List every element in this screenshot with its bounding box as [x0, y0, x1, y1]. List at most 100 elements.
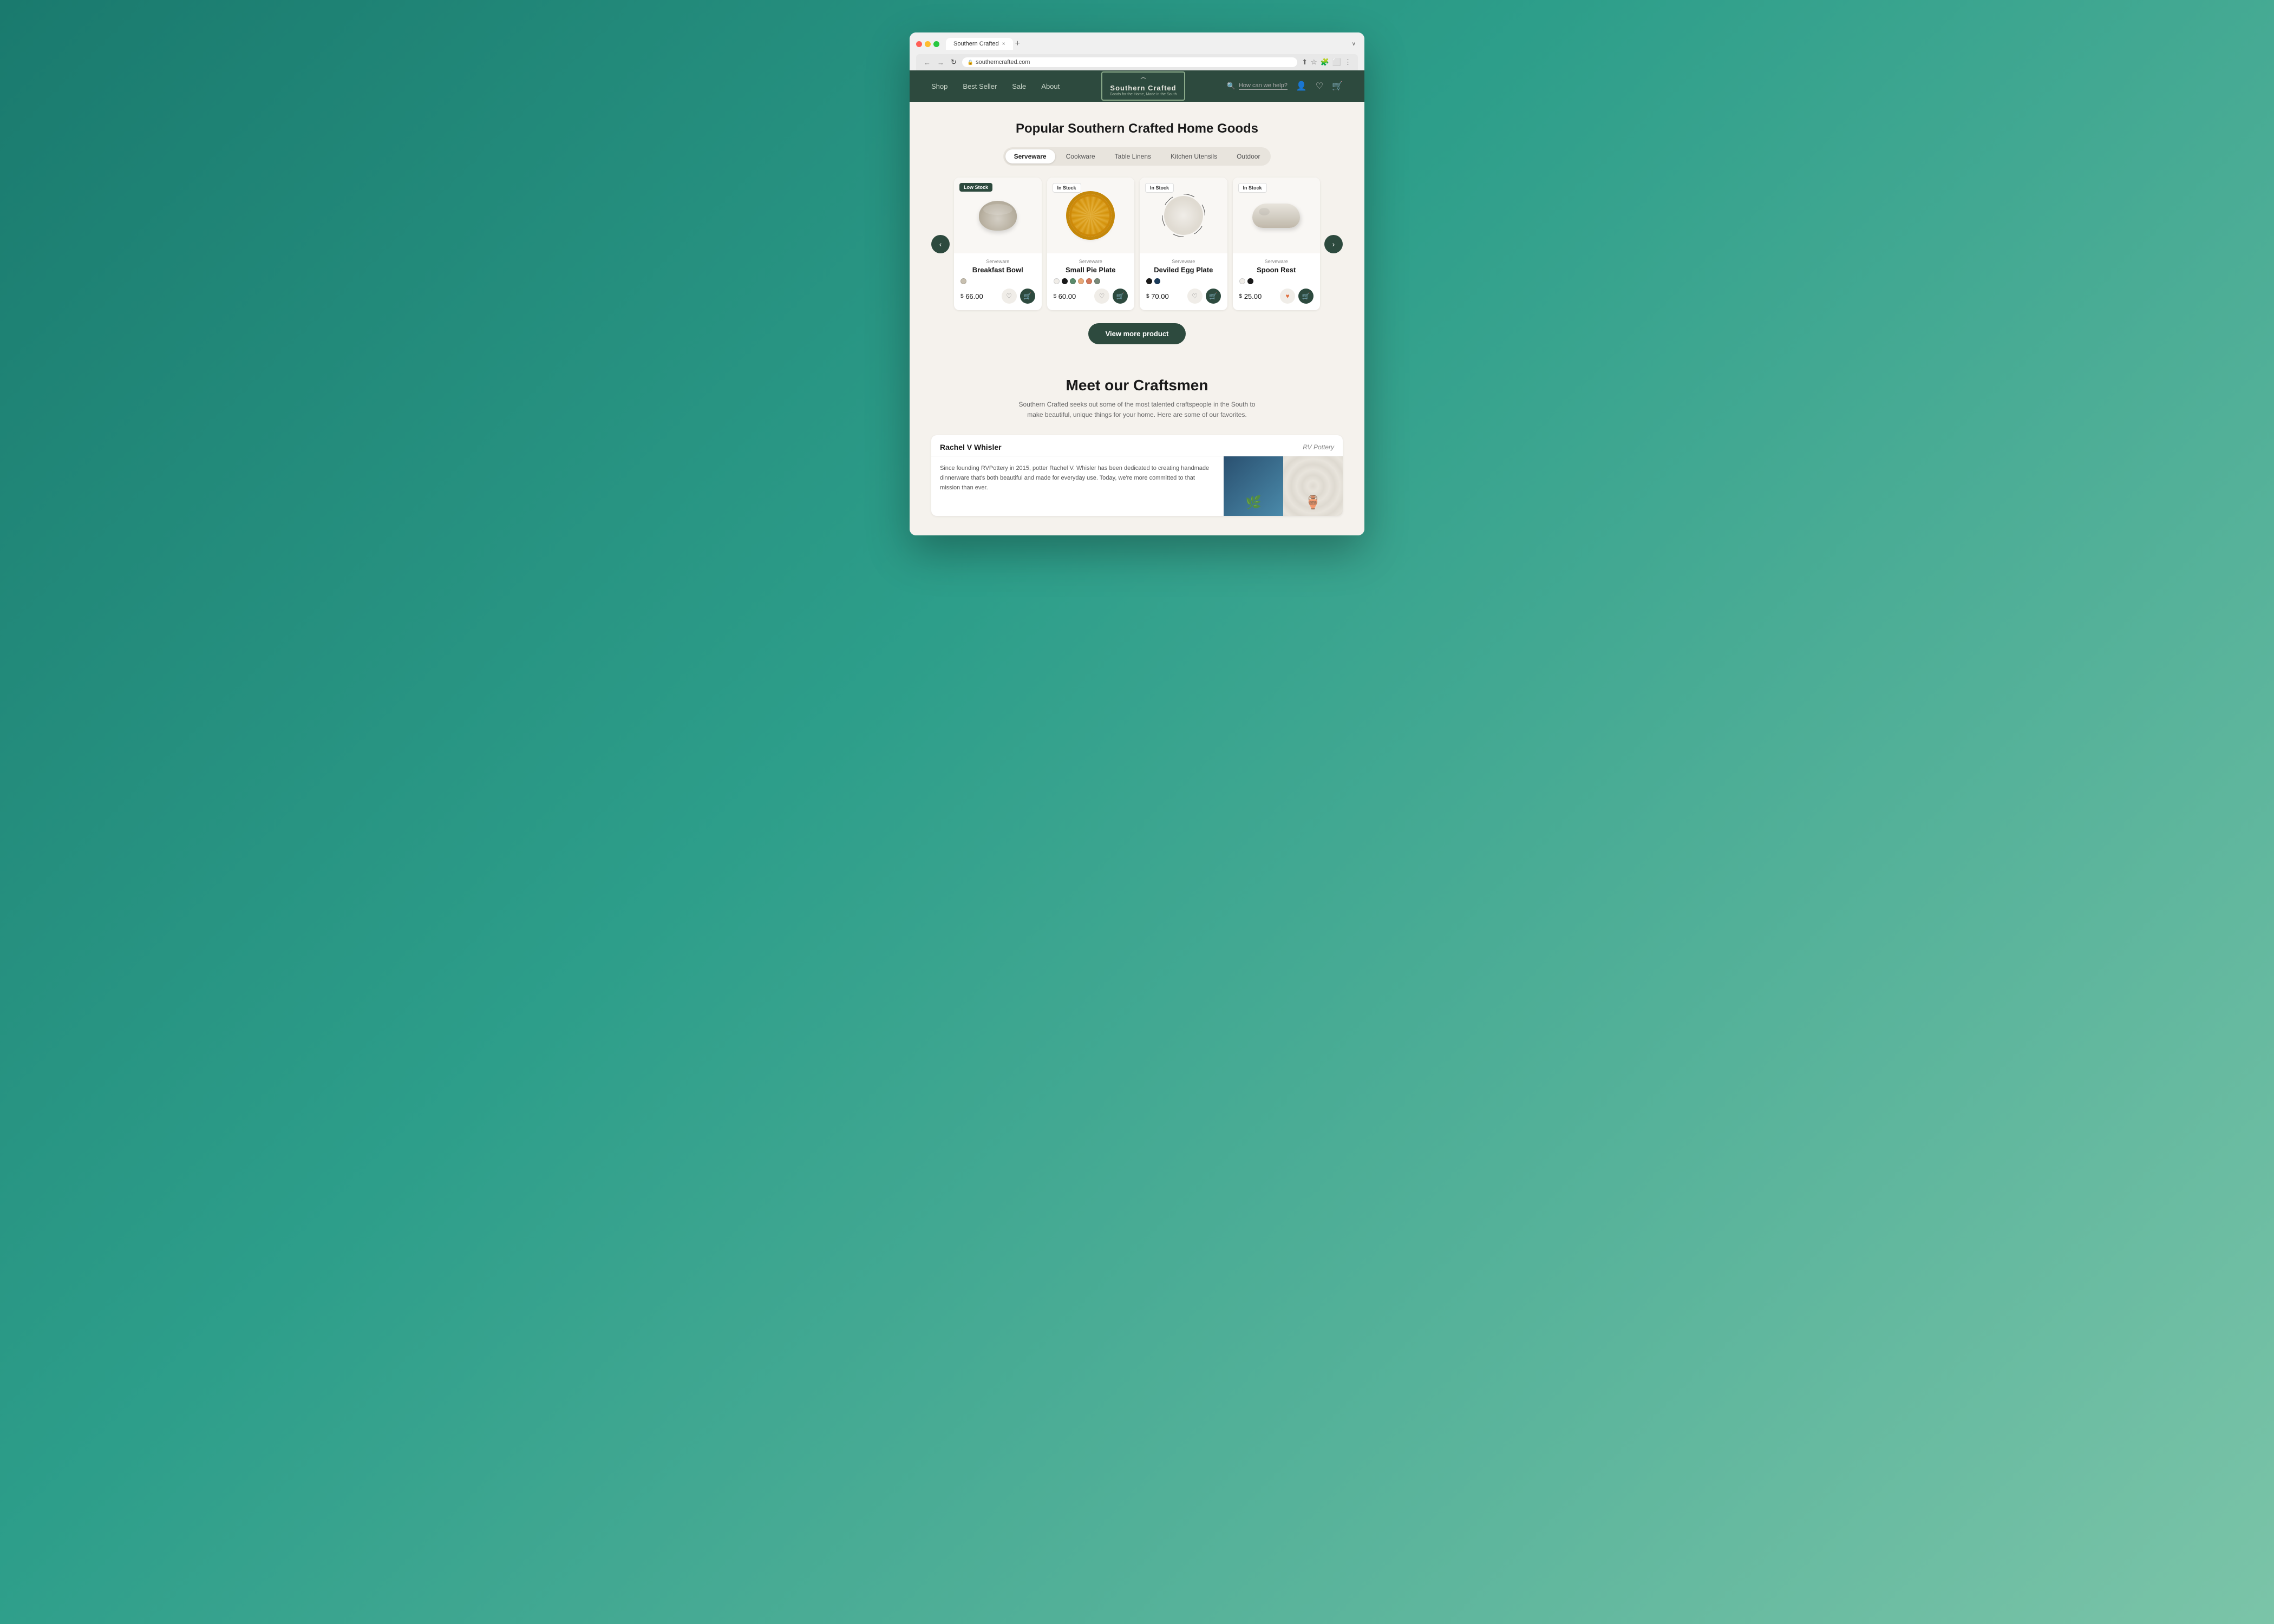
browser-tab[interactable]: Southern Crafted × [946, 38, 1013, 50]
tab-outdoor[interactable]: Outdoor [1228, 149, 1269, 163]
tab-cookware[interactable]: Cookware [1057, 149, 1104, 163]
craftsman-brand: RV Pottery [1303, 443, 1334, 451]
nav-shop[interactable]: Shop [931, 82, 948, 90]
site-logo[interactable]: ⌒ Southern Crafted Goods for the Home, M… [1101, 71, 1186, 101]
wishlist-button-3[interactable]: ♥ [1280, 289, 1295, 304]
close-window-button[interactable] [916, 41, 922, 47]
share-icon[interactable]: ⬆ [1302, 58, 1308, 67]
product-info-3: Serveware Spoon Rest $ 25.00 [1233, 253, 1321, 310]
back-button[interactable]: ← [923, 58, 932, 67]
product-name-2: Deviled Egg Plate [1146, 266, 1221, 274]
products-section: Popular Southern Crafted Home Goods Serv… [910, 102, 1364, 377]
forward-button[interactable]: → [936, 58, 945, 67]
price-value-1: 60.00 [1058, 292, 1076, 300]
tab-kitchen-utensils[interactable]: Kitchen Utensils [1162, 149, 1226, 163]
craftsmen-section: Meet our Craftsmen Southern Crafted seek… [910, 377, 1364, 535]
add-to-cart-button-2[interactable]: 🛒 [1206, 289, 1221, 304]
product-actions-1: ♡ 🛒 [1094, 289, 1128, 304]
logo-title: Southern Crafted [1110, 84, 1177, 93]
craftsman-bio: Since founding RVPottery in 2015, potter… [931, 456, 1224, 516]
nav-best-seller[interactable]: Best Seller [963, 82, 997, 90]
browser-window: Southern Crafted × + ∨ ← → ↻ 🔒 southernc… [910, 32, 1364, 535]
logo-bird-icon: ⌒ [1110, 76, 1177, 84]
craftsman-images [1224, 456, 1343, 516]
color-swatch[interactable] [1086, 278, 1092, 284]
color-swatch[interactable] [1094, 278, 1100, 284]
nav-sale[interactable]: Sale [1012, 82, 1026, 90]
add-to-cart-button-1[interactable]: 🛒 [1113, 289, 1128, 304]
product-price-0: $ 66.00 [960, 292, 983, 300]
color-swatch[interactable] [1247, 278, 1253, 284]
wishlist-icon[interactable]: ♡ [1316, 81, 1323, 91]
price-value-2: 70.00 [1151, 292, 1169, 300]
color-swatch[interactable] [1154, 278, 1160, 284]
search-icon: 🔍 [1227, 82, 1236, 90]
nav-right: 🔍 How can we help? 👤 ♡ 🛒 [1227, 81, 1343, 91]
product-actions-0: ♡ 🛒 [1002, 289, 1035, 304]
carousel-prev-button[interactable]: ‹ [931, 235, 950, 253]
site-navigation: Shop Best Seller Sale About ⌒ Southern C… [910, 70, 1364, 102]
wishlist-button-2[interactable]: ♡ [1187, 289, 1203, 304]
product-colors-2 [1146, 278, 1221, 284]
product-actions-3: ♥ 🛒 [1280, 289, 1314, 304]
product-category-2: Serveware [1146, 259, 1221, 264]
price-value-3: 25.00 [1244, 292, 1262, 300]
color-swatch[interactable] [1239, 278, 1245, 284]
url-text: southerncrafted.com [976, 59, 1030, 66]
minimize-window-button[interactable] [925, 41, 931, 47]
new-tab-button[interactable]: + [1015, 40, 1020, 48]
craftsmen-section-description: Southern Crafted seeks out some of the m… [1018, 400, 1256, 420]
stock-badge-1: In Stock [1053, 183, 1081, 193]
search-bar[interactable]: 🔍 How can we help? [1227, 82, 1288, 90]
color-swatch[interactable] [960, 278, 966, 284]
color-swatch[interactable] [1054, 278, 1060, 284]
nav-links: Shop Best Seller Sale About [931, 82, 1060, 90]
color-swatch[interactable] [1146, 278, 1152, 284]
product-image-wrap-0: Low Stock [954, 178, 1042, 253]
account-icon[interactable]: 👤 [1296, 81, 1307, 91]
craftsman-card: Rachel V Whisler RV Pottery Since foundi… [931, 435, 1343, 516]
tab-view-icon[interactable]: ⬜ [1332, 58, 1341, 67]
view-more-button[interactable]: View more product [1088, 323, 1186, 344]
refresh-button[interactable]: ↻ [950, 58, 958, 67]
view-more-section: View more product [931, 323, 1343, 344]
carousel-next-button[interactable]: › [1324, 235, 1343, 253]
cart-icon[interactable]: 🛒 [1332, 81, 1343, 91]
logo-subtitle: Goods for the Home, Made in the South [1110, 93, 1177, 96]
browser-actions: ⬆ ☆ 🧩 ⬜ ⋮ [1302, 58, 1351, 67]
egg-plate-image [1164, 196, 1203, 235]
tab-title: Southern Crafted [953, 41, 999, 47]
tab-serveware[interactable]: Serveware [1005, 149, 1055, 163]
tab-close-button[interactable]: × [1002, 41, 1005, 47]
product-card-pie-plate: In Stock Serveware Small Pie Plate [1047, 178, 1135, 310]
product-image-wrap-3: In Stock [1233, 178, 1321, 253]
menu-icon[interactable]: ⋮ [1344, 58, 1351, 67]
search-placeholder: How can we help? [1239, 82, 1288, 90]
stock-badge-2: In Stock [1145, 183, 1174, 193]
product-colors-1 [1054, 278, 1128, 284]
maximize-window-button[interactable] [933, 41, 939, 47]
color-swatch[interactable] [1062, 278, 1068, 284]
color-swatch[interactable] [1070, 278, 1076, 284]
tab-table-linens[interactable]: Table Linens [1106, 149, 1160, 163]
add-to-cart-button-3[interactable]: 🛒 [1298, 289, 1314, 304]
craftsman-card-header: Rachel V Whisler RV Pottery [931, 435, 1343, 456]
url-field[interactable]: 🔒 southerncrafted.com [962, 57, 1297, 67]
extensions-icon[interactable]: 🧩 [1321, 58, 1329, 67]
bookmark-icon[interactable]: ☆ [1311, 58, 1317, 67]
product-price-1: $ 60.00 [1054, 292, 1076, 300]
wishlist-button-0[interactable]: ♡ [1002, 289, 1017, 304]
product-footer-2: $ 70.00 ♡ 🛒 [1146, 289, 1221, 304]
product-card-spoon-rest: In Stock Serveware Spoon Rest [1233, 178, 1321, 310]
craftsman-image-left [1224, 456, 1283, 516]
nav-about[interactable]: About [1041, 82, 1060, 90]
add-to-cart-button-0[interactable]: 🛒 [1020, 289, 1035, 304]
craftsman-name: Rachel V Whisler [940, 443, 1002, 451]
product-card-breakfast-bowl: Low Stock Serveware Breakfast Bowl [954, 178, 1042, 310]
lock-icon: 🔒 [968, 60, 973, 66]
wishlist-button-1[interactable]: ♡ [1094, 289, 1109, 304]
product-info-2: Serveware Deviled Egg Plate $ 70.00 [1140, 253, 1227, 310]
color-swatch[interactable] [1078, 278, 1084, 284]
tab-bar: Southern Crafted × + [946, 38, 1352, 50]
traffic-lights [916, 41, 939, 47]
